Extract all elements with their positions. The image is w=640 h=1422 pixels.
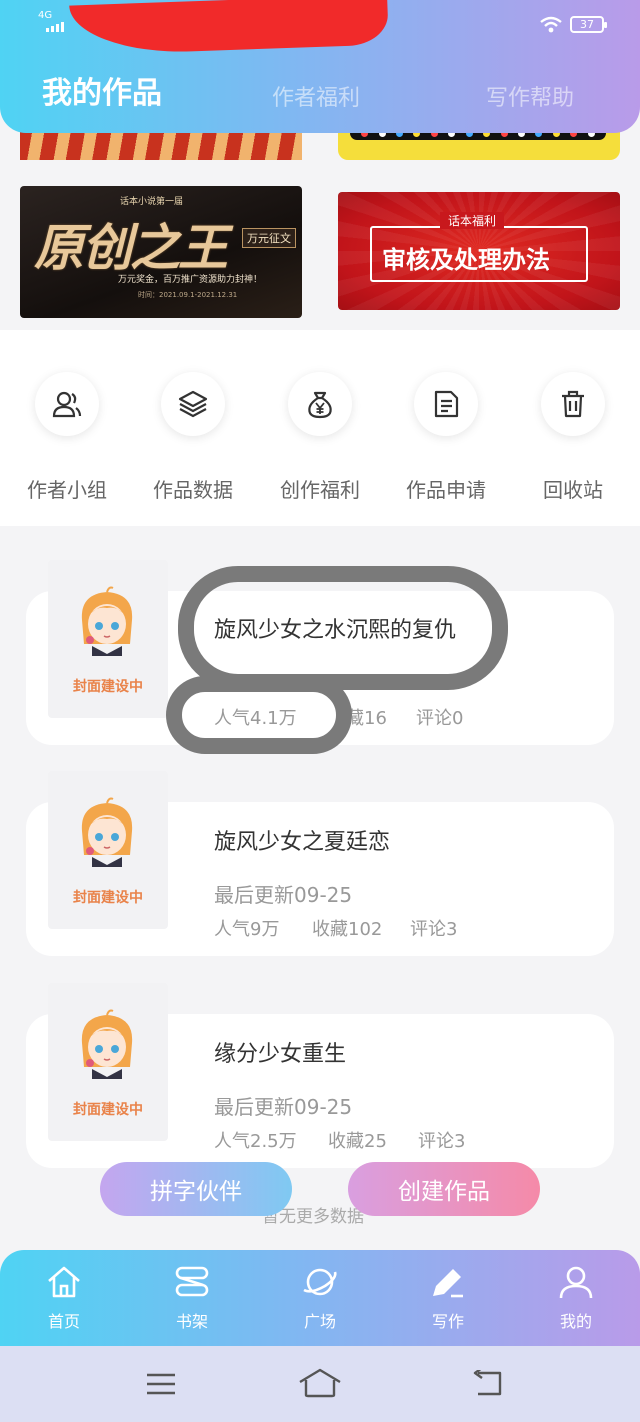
users-icon — [35, 372, 99, 436]
menu-label: 作品数据 — [153, 478, 233, 502]
work-favorites: 收藏102 — [312, 919, 383, 940]
cover-placeholder-text: 封面建设中 — [73, 679, 143, 695]
banner-original-king[interactable]: 话本小说第一届 原创之王 万元征文 万元奖金，百万推广资源助力封神！ 时间：20… — [20, 186, 302, 318]
menu-item-recycle-bin[interactable]: 回收站 — [513, 372, 633, 503]
redaction-mark — [69, 0, 389, 56]
planet-icon — [303, 1268, 337, 1296]
work-popularity: 人气9万 — [214, 919, 280, 940]
menu-icon[interactable] — [146, 1372, 176, 1396]
anime-girl-icon — [81, 1009, 133, 1079]
nav-item-bookshelf[interactable]: 书架 — [152, 1264, 232, 1332]
tab-writing-help[interactable]: 写作帮助 — [486, 80, 574, 112]
bottom-nav: 首页 书架 广场 写作 我的 — [0, 1250, 640, 1346]
work-updated: 最后更新09-25 — [214, 883, 353, 907]
wifi-icon — [540, 16, 562, 33]
trash-icon — [541, 372, 605, 436]
menu-item-author-group[interactable]: 作者小组 — [7, 372, 127, 503]
banner-kicker: 话本小说第一届 — [120, 197, 184, 207]
system-nav-bar — [0, 1346, 640, 1422]
nav-label: 写作 — [431, 1312, 464, 1331]
banner-tag: 万元征文 — [242, 228, 296, 248]
money-bag-icon — [288, 372, 352, 436]
status-bar: 4G 37 — [0, 0, 640, 56]
tab-my-works[interactable]: 我的作品 — [42, 68, 162, 112]
menu-label: 作者小组 — [27, 478, 107, 502]
menu-item-works-application[interactable]: 作品申请 — [386, 372, 506, 503]
menu-label: 回收站 — [543, 478, 603, 502]
back-icon[interactable] — [472, 1370, 504, 1398]
menu-item-creation-benefits[interactable]: 创作福利 — [260, 372, 380, 503]
nav-label: 我的 — [559, 1312, 592, 1331]
work-comments: 评论3 — [410, 919, 458, 940]
banner-title: 审核及处理办法 — [382, 246, 550, 274]
home-button-icon[interactable] — [298, 1368, 342, 1398]
work-title[interactable]: 缘分少女重生 — [214, 1036, 346, 1068]
banner-date: 时间：2021.09.1-2021.12.31 — [138, 291, 238, 299]
network-label: 4G — [38, 10, 53, 21]
pen-icon — [433, 1269, 463, 1298]
battery-icon: 37 — [570, 16, 607, 33]
work-updated: 最后更新09-25 — [214, 1095, 353, 1119]
banner-title: 原创之王 — [34, 218, 228, 277]
signal-icon — [46, 22, 64, 32]
menu-label: 作品申请 — [406, 478, 486, 502]
nav-item-write[interactable]: 写作 — [408, 1264, 488, 1332]
work-cover[interactable]: 封面建设中 — [48, 560, 168, 718]
menu-item-works-data[interactable]: 作品数据 — [133, 372, 253, 503]
document-icon — [414, 372, 478, 436]
banner-subtitle: 万元奖金，百万推广资源助力封神！ — [118, 275, 263, 285]
cover-placeholder-text: 封面建设中 — [73, 1102, 143, 1118]
nav-item-square[interactable]: 广场 — [280, 1264, 360, 1332]
nav-label: 书架 — [175, 1312, 208, 1331]
anime-girl-icon — [81, 797, 133, 867]
profile-icon — [559, 1266, 593, 1299]
create-work-button[interactable]: 创建作品 — [348, 1162, 540, 1216]
work-comments: 评论3 — [418, 1131, 466, 1152]
bookshelf-icon — [175, 1266, 209, 1297]
menu-label: 创作福利 — [280, 478, 360, 502]
cover-placeholder-text: 封面建设中 — [73, 890, 143, 906]
quick-menu: 作者小组 作品数据 创作福利 作品申请 回收站 — [0, 330, 640, 526]
nav-label: 广场 — [303, 1312, 336, 1331]
work-popularity: 人气2.5万 — [214, 1131, 297, 1152]
partner-button[interactable]: 拼字伙伴 — [100, 1162, 292, 1216]
banner-review-policy[interactable]: 话本福利 审核及处理办法 — [338, 192, 620, 310]
work-comments: 评论0 — [416, 708, 464, 729]
anime-girl-icon — [81, 586, 133, 656]
work-favorites: 收藏25 — [328, 1131, 387, 1152]
work-title[interactable]: 旋风少女之夏廷恋 — [214, 824, 390, 856]
annotation-outline — [166, 676, 352, 754]
nav-item-home[interactable]: 首页 — [24, 1264, 104, 1332]
tab-author-benefits[interactable]: 作者福利 — [272, 80, 360, 112]
nav-item-profile[interactable]: 我的 — [536, 1264, 616, 1332]
home-icon — [48, 1266, 80, 1298]
work-favorites: 藏16 — [346, 708, 387, 729]
annotation-outline — [178, 566, 508, 690]
layers-icon — [161, 372, 225, 436]
app-header: 4G 37 我的作品 作者福利 写作帮助 — [0, 0, 640, 133]
banner-kicker: 话本福利 — [440, 212, 505, 229]
nav-label: 首页 — [47, 1312, 80, 1331]
work-cover[interactable]: 封面建设中 — [48, 983, 168, 1141]
work-cover[interactable]: 封面建设中 — [48, 771, 168, 929]
